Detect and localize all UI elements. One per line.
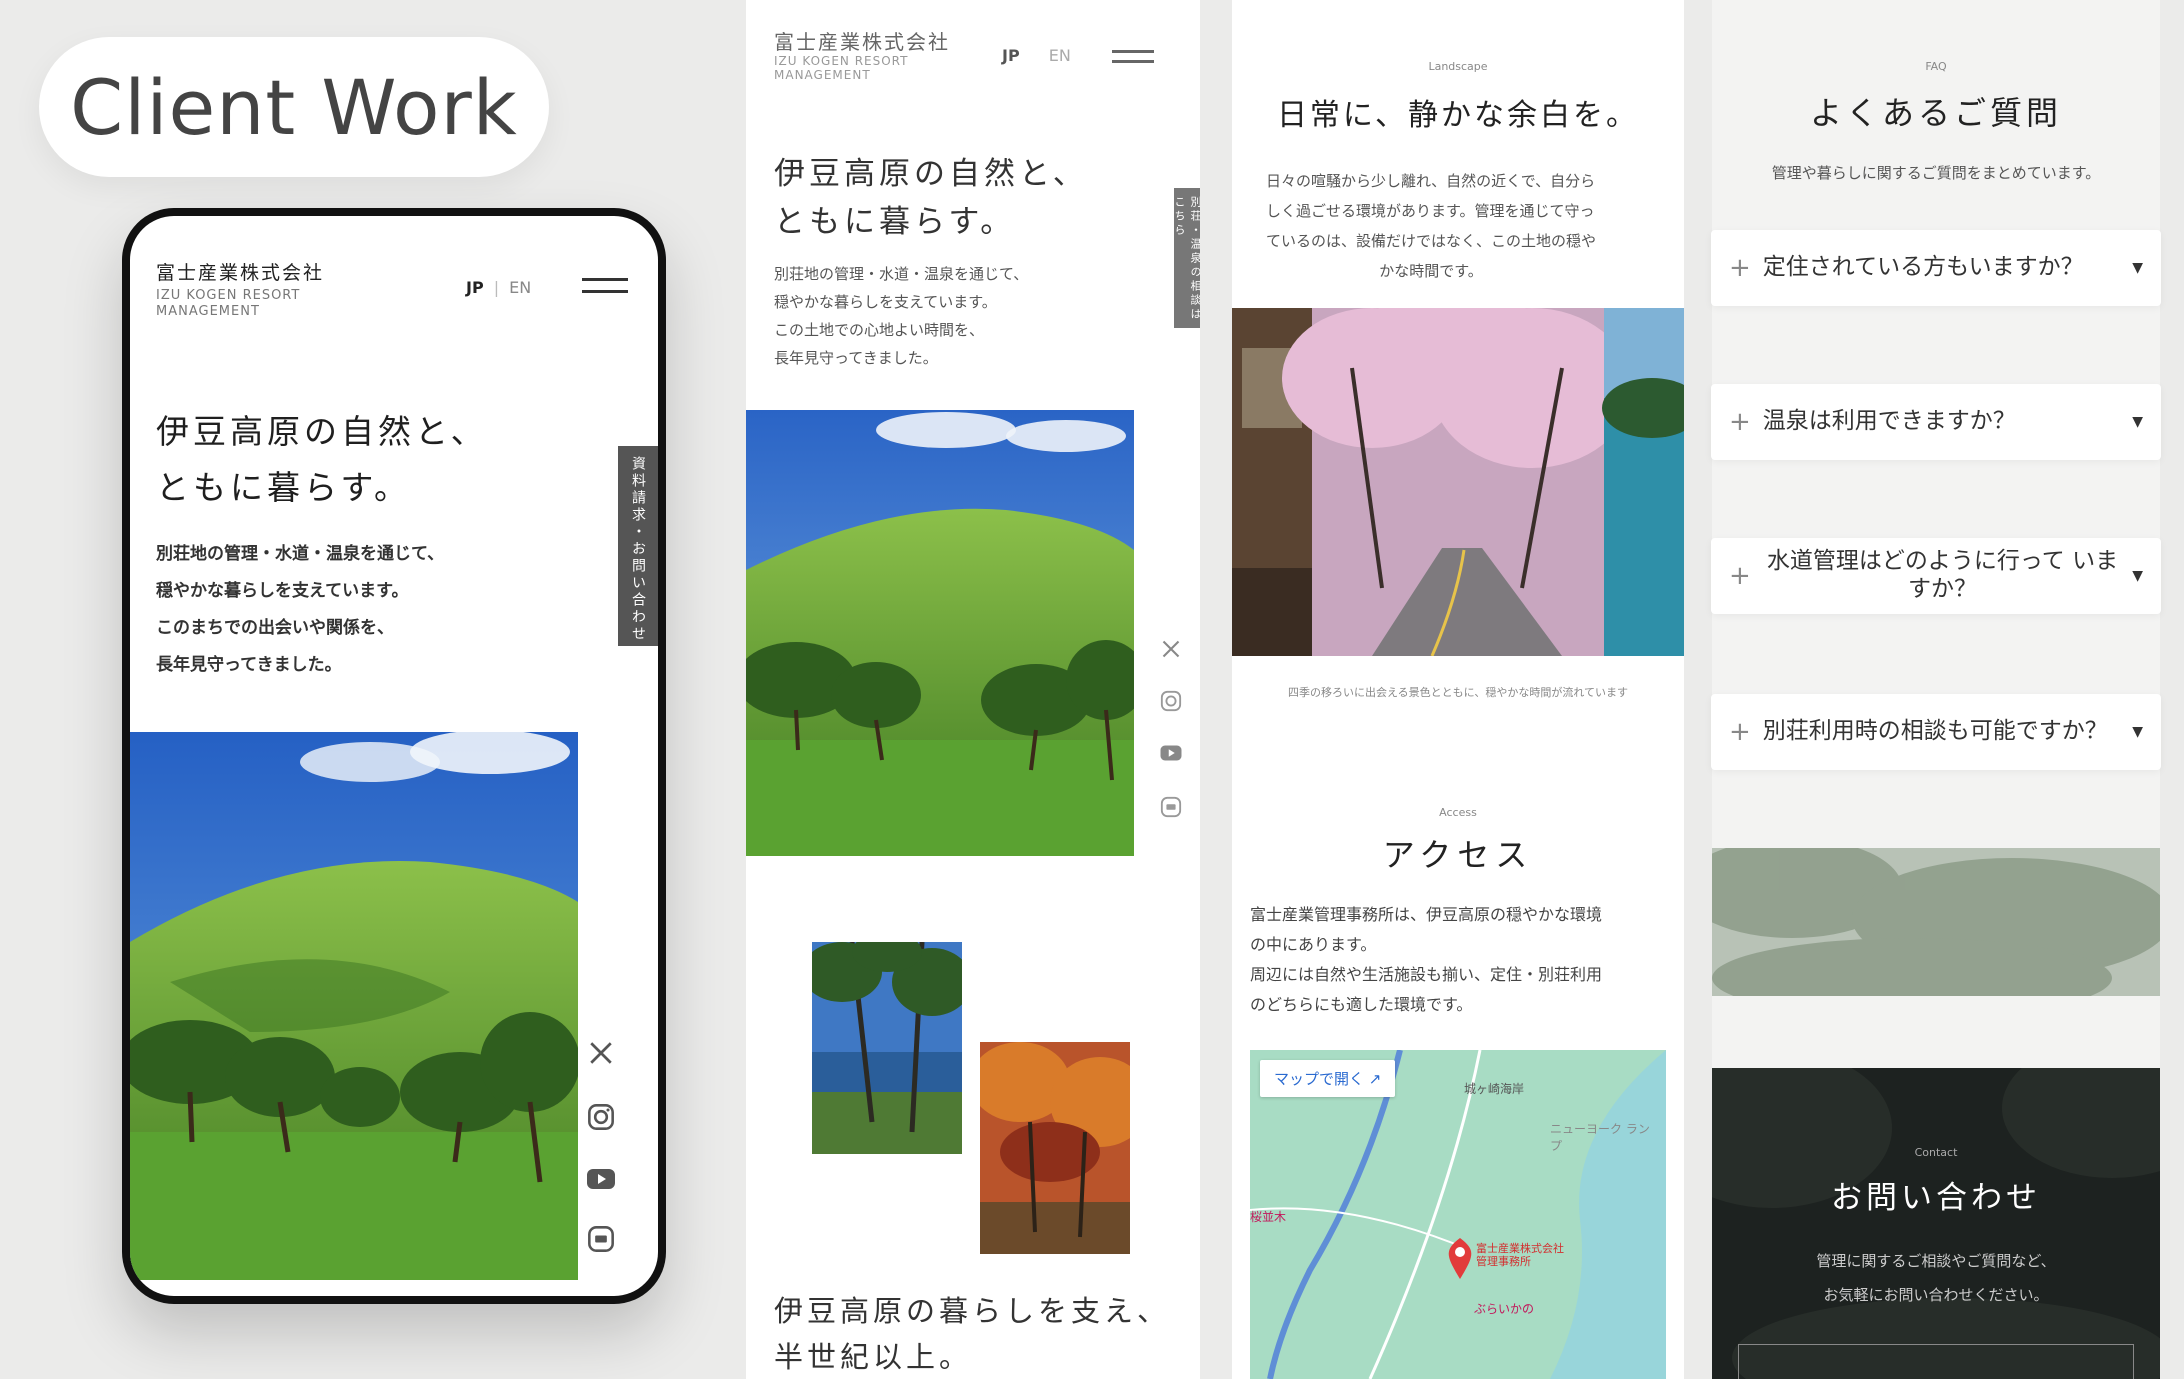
faq-subtitle: 管理や暮らしに関するご質問をまとめています。 [1771, 164, 2101, 182]
line-icon[interactable] [584, 1222, 618, 1256]
instagram-icon[interactable] [584, 1100, 618, 1134]
chevron-down-icon: ▼ [2132, 414, 2143, 430]
company-subtitle: IZU KOGEN RESORT MANAGEMENT [156, 288, 301, 319]
plus-icon: + [1729, 407, 1751, 437]
faq-item[interactable]: + 水道管理はどのように行って いますか？ ▼ [1711, 538, 2161, 614]
hero-title: 伊豆高原の自然と、 ともに暮らす。 [774, 156, 1088, 240]
contact-side-tab[interactable]: 別荘・温泉の相談はこちら [1173, 188, 1200, 328]
landscape-title: 日常に、静かな余白を。 [1276, 98, 1640, 133]
company-name[interactable]: 富士産業株式会社 [774, 26, 950, 55]
autumn-photo [980, 1042, 1130, 1254]
map-label-sakura: 桜並木 [1250, 1210, 1287, 1224]
access-eyebrow: Access [1439, 806, 1477, 819]
contact-text: 管理に関するご相談やご質問など、 お気軽にお問い合わせください。 [1816, 1252, 2056, 1304]
faq-title: よくあるご質問 [1809, 94, 2062, 132]
map-label-cape: 城ヶ崎海岸 [1464, 1082, 1525, 1096]
forest-photo [1712, 848, 2160, 996]
map-pin-label: 富士産業株式会社 管理事務所 [1476, 1242, 1564, 1269]
line-icon[interactable] [1158, 794, 1184, 820]
contact-section: Contact お問い合わせ 管理に関するご相談やご質問など、 お気軽にお問い合… [1712, 1068, 2160, 1379]
contact-title: お問い合わせ [1831, 1180, 2041, 1216]
contact-side-tab[interactable]: 資料請求・お問い合わせ [618, 446, 658, 646]
menu-icon[interactable] [1112, 50, 1154, 63]
menu-icon[interactable] [582, 278, 628, 293]
client-work-badge: Client Work [39, 37, 549, 177]
phone-screen: 富士産業株式会社 IZU KOGEN RESORT MANAGEMENT JP |… [130, 216, 658, 1296]
chevron-down-icon: ▼ [2132, 260, 2143, 276]
open-map-button[interactable]: マップで開く ↗ [1260, 1060, 1396, 1097]
plus-icon: + [1729, 561, 1751, 591]
faq-item[interactable]: + 別荘利用時の相談も可能ですか？ ▼ [1711, 694, 2161, 770]
hero-text: 別荘地の管理・水道・温泉を通じて、 穏やかな暮らしを支えています。 この土地での… [774, 265, 1029, 367]
page-column-landscape-access: Landscape 日常に、静かな余白を。 日々の喧騒から少し離れ、自然の近くで… [1232, 0, 1684, 1379]
external-link-icon: ↗ [1368, 1070, 1382, 1088]
chevron-down-icon: ▼ [2132, 724, 2143, 740]
landscape-eyebrow: Landscape [1428, 60, 1488, 73]
instagram-icon[interactable] [1158, 688, 1184, 714]
contact-button[interactable] [1738, 1344, 2134, 1379]
lang-en[interactable]: EN [509, 278, 531, 297]
page-column-home: 富士産業株式会社 IZU KOGEN RESORT MANAGEMENT JP … [746, 0, 1200, 1379]
company-subtitle: IZU KOGEN RESORT MANAGEMENT [774, 54, 909, 83]
badge-label: Client Work [70, 62, 518, 152]
youtube-icon[interactable] [584, 1162, 618, 1196]
map-label-ny: ニューヨーク ランプ [1550, 1122, 1650, 1153]
lang-jp[interactable]: JP [1002, 46, 1020, 65]
coast-photo [812, 942, 962, 1154]
plus-icon: + [1729, 253, 1751, 283]
chevron-down-icon: ▼ [2132, 568, 2143, 584]
youtube-icon[interactable] [1158, 740, 1184, 766]
language-switch: JP EN [1002, 46, 1071, 65]
lang-jp[interactable]: JP [466, 278, 484, 297]
map-label-other: ぶらいかの [1474, 1302, 1535, 1316]
landscape-photo-strip [1232, 308, 1684, 656]
landscape-text: 日々の喧騒から少し離れ、自然の近くで、自分ら しく過ごせる環境があります。管理を… [1266, 172, 1597, 280]
faq-eyebrow: FAQ [1925, 60, 1947, 73]
company-name[interactable]: 富士産業株式会社 [156, 258, 324, 285]
hero-title: 伊豆高原の自然と、 ともに暮らす。 [156, 412, 488, 507]
access-text: 富士産業管理事務所は、伊豆高原の穏やかな環境 の中にあります。 周辺には自然や生… [1250, 905, 1603, 1014]
section-title: 伊豆高原の暮らしを支え、 半世紀以上。 [774, 1294, 1171, 1374]
hill-photo [746, 410, 1134, 856]
language-switch: JP | EN [466, 278, 532, 297]
access-title: アクセス [1382, 836, 1534, 874]
x-icon[interactable] [584, 1036, 618, 1070]
hill-photo [130, 732, 578, 1280]
access-map[interactable]: マップで開く ↗ 城ヶ崎海岸 ニューヨーク ランプ 桜並木 富士産業株式会社 管… [1250, 1050, 1666, 1379]
landscape-caption: 四季の移ろいに出会える景色とともに、穏やかな時間が流れています [1287, 686, 1628, 699]
x-icon[interactable] [1158, 636, 1184, 662]
plus-icon: + [1729, 717, 1751, 747]
hero-text: 別荘地の管理・水道・温泉を通じて、 穏やかな暮らしを支えています。 このまちでの… [156, 544, 445, 675]
contact-eyebrow: Contact [1914, 1146, 1958, 1159]
phone-mockup: 富士産業株式会社 IZU KOGEN RESORT MANAGEMENT JP |… [122, 208, 666, 1304]
faq-item[interactable]: + 定住されている方もいますか？ ▼ [1711, 230, 2161, 306]
faq-item[interactable]: + 温泉は利用できますか？ ▼ [1711, 384, 2161, 460]
lang-en[interactable]: EN [1049, 46, 1071, 65]
